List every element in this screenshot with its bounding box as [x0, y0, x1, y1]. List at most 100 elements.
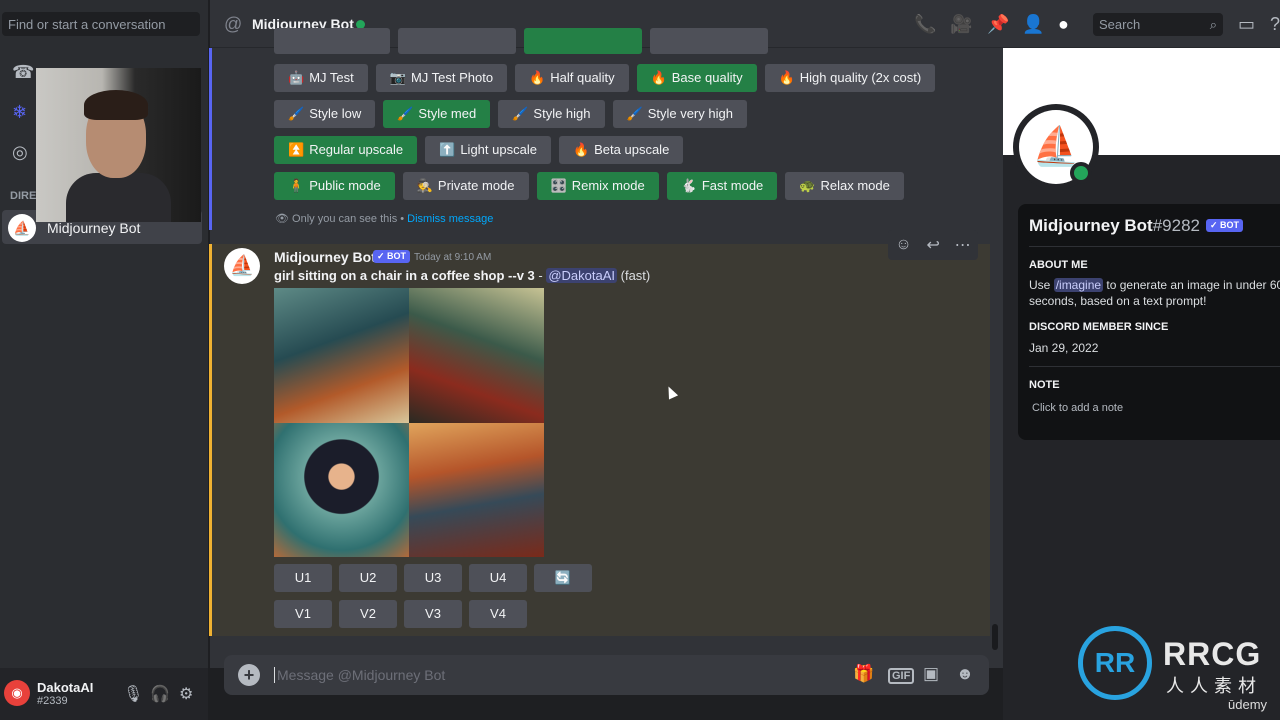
mj-test-button[interactable]: 🤖 MJ Test: [274, 64, 368, 92]
variation-row: V1 V2 V3 V4: [274, 600, 527, 628]
upscale-row: U1 U2 U3 U4 🔄: [274, 564, 592, 592]
button-emoji-icon: 🖌️: [397, 106, 414, 121]
button-emoji-icon: 🎛️: [550, 178, 567, 193]
style-med-button[interactable]: 🖌️ Style med: [383, 100, 491, 128]
headphones-icon[interactable]: 🎧: [150, 684, 170, 704]
reroll-icon: 🔄: [554, 570, 572, 585]
private-mode-button[interactable]: 🕵️ Private mode: [402, 172, 529, 200]
microphone-icon[interactable]: 🎙: [123, 684, 143, 704]
chat-scrollbar[interactable]: [992, 624, 998, 650]
add-attachment-icon[interactable]: +: [238, 664, 260, 686]
voice-call-icon[interactable]: 📞: [914, 14, 936, 35]
relax-mode-button[interactable]: 🐢 Relax mode: [785, 172, 904, 200]
button-label: Public mode: [309, 178, 381, 193]
light-upscale-button[interactable]: ⬆️ Light upscale: [425, 136, 551, 164]
u2-button[interactable]: U2: [339, 564, 397, 592]
mode-text: (fast): [620, 268, 651, 283]
button-label: Base quality: [671, 70, 743, 85]
button-emoji-icon: 🔥: [778, 70, 795, 85]
divider: [1029, 246, 1280, 247]
profile-bot-badge: ✓ BOT: [1206, 219, 1244, 232]
style-low-button[interactable]: 🖌️ Style low: [274, 100, 376, 128]
high-quality-2x-cost-button[interactable]: 🔥 High quality (2x cost): [764, 64, 936, 92]
message-author[interactable]: Midjourney Bot: [274, 249, 376, 265]
hidden-button[interactable]: [398, 28, 516, 54]
add-friend-icon[interactable]: 👤: [1022, 14, 1044, 35]
bot-avatar[interactable]: ⛵: [224, 248, 260, 284]
message-hover-toolbar: ☺ ↩ ⋯: [888, 230, 978, 260]
button-label: Remix mode: [571, 178, 645, 193]
generated-image-4[interactable]: [409, 422, 544, 557]
generated-image-3[interactable]: [274, 422, 409, 557]
reroll-button[interactable]: 🔄: [534, 564, 592, 592]
search-placeholder: Search: [1099, 17, 1141, 32]
emoji-icon[interactable]: ☻: [956, 664, 974, 684]
half-quality-button[interactable]: 🔥 Half quality: [515, 64, 629, 92]
v3-button[interactable]: V3: [404, 600, 462, 628]
find-conversation-input[interactable]: Find or start a conversation: [2, 12, 200, 36]
beta-upscale-button[interactable]: 🔥 Beta upscale: [558, 136, 684, 164]
hidden-button[interactable]: [274, 28, 390, 54]
divider: [1029, 366, 1280, 367]
sticker-icon[interactable]: ▣: [923, 664, 939, 684]
button-emoji-icon: 🐢: [799, 178, 816, 193]
settings-button-row: 🤖 MJ Test 📷 MJ Test Photo 🔥 Half quality 🔥 Base…: [274, 64, 936, 92]
message-input[interactable]: Message @Midjourney Bot: [274, 667, 445, 683]
button-emoji-icon: 🕵️: [416, 178, 433, 193]
add-reaction-icon[interactable]: ☺: [895, 236, 911, 254]
dismiss-message-link[interactable]: Dismiss message: [407, 213, 493, 225]
style-high-button[interactable]: 🖌️ Style high: [498, 100, 605, 128]
button-emoji-icon: 🔥: [529, 70, 546, 85]
v4-button[interactable]: V4: [469, 600, 527, 628]
v2-button[interactable]: V2: [339, 600, 397, 628]
button-label: Private mode: [437, 178, 515, 193]
button-emoji-icon: 🖌️: [626, 106, 643, 121]
user-mention[interactable]: @DakotaAI: [546, 268, 617, 283]
generated-image-2[interactable]: [409, 288, 544, 423]
separator: -: [534, 268, 547, 283]
settings-gear-icon[interactable]: ⚙: [179, 684, 193, 704]
hidden-button[interactable]: [524, 28, 642, 54]
nitro-icon[interactable]: ❄: [12, 102, 34, 124]
u4-button[interactable]: U4: [469, 564, 527, 592]
base-quality-button[interactable]: 🔥 Base quality: [636, 64, 757, 92]
help-icon[interactable]: ?: [1270, 14, 1280, 35]
discord-logo-avatar[interactable]: ◉: [4, 680, 30, 706]
user-profile-icon[interactable]: ●: [1058, 14, 1069, 35]
style-very-high-button[interactable]: 🖌️ Style very high: [612, 100, 747, 128]
remix-mode-button[interactable]: 🎛️ Remix mode: [536, 172, 659, 200]
button-label: Beta upscale: [594, 142, 670, 157]
pin-icon[interactable]: 📌: [987, 14, 1009, 35]
public-mode-button[interactable]: 🧍 Public mode: [274, 172, 395, 200]
button-emoji-icon: 📷: [389, 70, 406, 85]
regular-upscale-button[interactable]: ⏫ Regular upscale: [274, 136, 418, 164]
inbox-icon[interactable]: ▭: [1238, 14, 1255, 35]
shop-icon[interactable]: ◎: [12, 142, 34, 164]
button-label: Fast mode: [701, 178, 764, 193]
button-label: Relax mode: [820, 178, 890, 193]
generated-image-1[interactable]: [274, 288, 409, 423]
hidden-button[interactable]: [650, 28, 768, 54]
image-grid[interactable]: [274, 288, 544, 557]
reply-icon[interactable]: ↩: [926, 235, 939, 255]
at-icon: @: [224, 14, 243, 34]
user-tag: #2339: [37, 695, 68, 707]
u1-button[interactable]: U1: [274, 564, 332, 592]
mj-test-photo-button[interactable]: 📷 MJ Test Photo: [375, 64, 508, 92]
video-call-icon[interactable]: 🎥: [950, 14, 972, 35]
more-options-icon[interactable]: ⋯: [955, 235, 971, 255]
gift-icon[interactable]: 🎁: [853, 664, 874, 684]
fast-mode-button[interactable]: 🐇 Fast mode: [666, 172, 778, 200]
imagine-command[interactable]: /imagine: [1053, 278, 1104, 292]
button-emoji-icon: 🧍: [288, 178, 305, 193]
message-content: girl sitting on a chair in a coffee shop…: [274, 268, 650, 283]
button-emoji-icon: ⬆️: [439, 142, 456, 157]
button-label: Half quality: [550, 70, 615, 85]
gif-icon[interactable]: GIF: [888, 668, 915, 684]
v1-button[interactable]: V1: [274, 600, 332, 628]
note-heading: NOTE: [1029, 379, 1060, 391]
note-input[interactable]: Click to add a note: [1032, 402, 1123, 414]
friends-icon[interactable]: ☎: [12, 62, 34, 84]
search-input[interactable]: Search ⌕: [1093, 13, 1223, 36]
u3-button[interactable]: U3: [404, 564, 462, 592]
